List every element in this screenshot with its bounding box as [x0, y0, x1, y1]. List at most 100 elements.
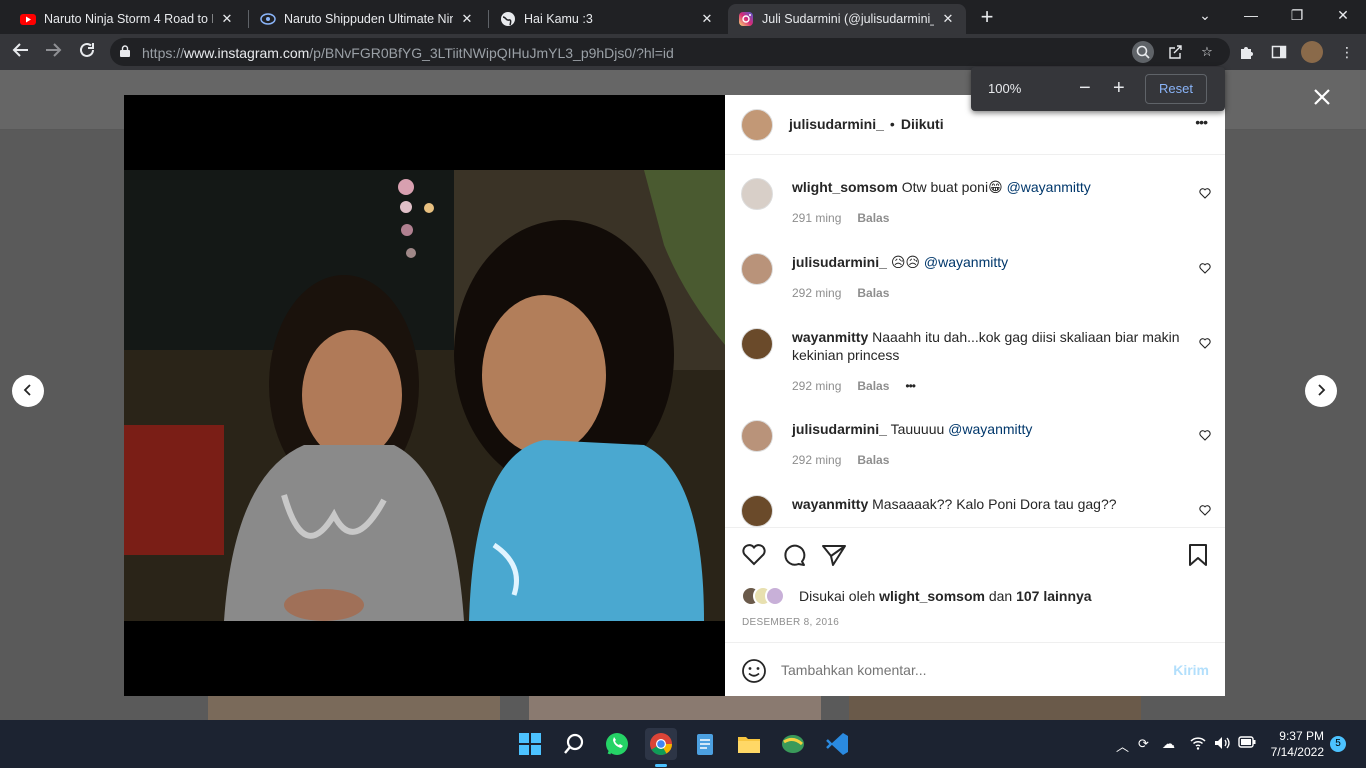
tab-search-chevron-icon[interactable]: ⌄ — [1190, 4, 1220, 26]
tab-youtube[interactable]: Naruto Ninja Storm 4 Road to Boruto ✕ — [10, 4, 245, 34]
heart-icon[interactable] — [1199, 337, 1211, 349]
likes-summary: Disukai oleh wlight_somsom dan 107 lainn… — [741, 586, 1092, 606]
comment-more-icon[interactable]: ••• — [905, 379, 916, 393]
clock[interactable]: 9:37 PM 7/14/2022 — [1268, 728, 1324, 760]
close-window-button[interactable]: ✕ — [1328, 4, 1358, 26]
wifi-icon[interactable] — [1190, 736, 1206, 753]
tab-naruto-shippuden[interactable]: Naruto Shippuden Ultimate Ninja Storm ✕ — [250, 4, 485, 34]
comment-time[interactable]: 292 ming — [792, 286, 841, 300]
next-post-button[interactable] — [1305, 375, 1337, 407]
commenter-username[interactable]: julisudarmini_ — [792, 421, 887, 437]
commenter-username[interactable]: wayanmitty — [792, 496, 868, 512]
zoom-reset-button[interactable]: Reset — [1145, 74, 1207, 104]
commenter-avatar[interactable] — [741, 253, 773, 285]
close-tab-icon[interactable]: ✕ — [459, 11, 475, 27]
kebab-menu-icon[interactable]: ⋮ — [1336, 41, 1358, 63]
previous-post-button[interactable] — [12, 375, 44, 407]
post-date[interactable]: DESEMBER 8, 2016 — [742, 617, 839, 628]
commenter-avatar[interactable] — [741, 328, 773, 360]
chrome-app[interactable] — [645, 728, 677, 767]
grid-thumbnail[interactable] — [208, 695, 500, 720]
search-button[interactable] — [558, 728, 590, 760]
heart-icon[interactable] — [1199, 429, 1211, 441]
comment-mention[interactable]: @wayanmitty — [924, 254, 1008, 270]
grid-thumbnail[interactable] — [529, 695, 821, 720]
post-comment-button[interactable]: Kirim — [1173, 662, 1209, 678]
follow-status-button[interactable]: Diikuti — [901, 116, 944, 132]
post-photo[interactable] — [124, 95, 725, 696]
like-heart-icon[interactable] — [741, 542, 767, 568]
comment-mention[interactable]: @wayanmitty — [948, 421, 1032, 437]
file-explorer-app[interactable] — [733, 728, 765, 760]
comments-list[interactable]: wlight_somsom Otw buat poni😁 @wayanmitty… — [725, 156, 1225, 527]
liked-by-others[interactable]: 107 lainnya — [1016, 588, 1092, 604]
heart-icon[interactable] — [1199, 187, 1211, 199]
close-tab-icon[interactable]: ✕ — [940, 11, 956, 27]
commenter-username[interactable]: wayanmitty — [792, 329, 868, 345]
instagram-page: julisudarmini_ • Diikuti ••• wlight_soms… — [0, 70, 1366, 720]
address-bar[interactable]: https://www.instagram.com/p/BNvFGR0BfYG_… — [110, 38, 1230, 66]
notepad-app[interactable] — [689, 728, 721, 760]
restore-button[interactable]: ❐ — [1282, 4, 1312, 26]
volume-icon[interactable] — [1214, 736, 1230, 753]
url-text[interactable]: https://www.instagram.com/p/BNvFGR0BfYG_… — [142, 45, 674, 61]
commenter-username[interactable]: wlight_somsom — [792, 179, 898, 195]
extensions-puzzle-icon[interactable] — [1236, 41, 1258, 63]
tab-hai-kamu[interactable]: Hai Kamu :3 ✕ — [490, 4, 725, 34]
comment-mention[interactable]: @wayanmitty — [1007, 179, 1091, 195]
reply-button[interactable]: Balas — [857, 211, 889, 225]
start-button[interactable] — [514, 728, 546, 760]
liked-by-user[interactable]: wlight_somsom — [879, 588, 985, 604]
tray-sync-icon[interactable]: ⟳ — [1138, 736, 1149, 752]
url-host: www.instagram.com — [184, 45, 310, 61]
comment-bubble-icon[interactable] — [781, 542, 807, 568]
heart-icon[interactable] — [1199, 262, 1211, 274]
reply-button[interactable]: Balas — [857, 379, 889, 393]
emoji-icon[interactable] — [741, 658, 767, 684]
reply-button[interactable]: Balas — [857, 453, 889, 467]
author-avatar[interactable] — [741, 109, 773, 141]
clock-date: 7/14/2022 — [1270, 745, 1324, 759]
comment-input[interactable] — [781, 659, 1151, 681]
comment-time[interactable]: 292 ming — [792, 453, 841, 467]
save-bookmark-icon[interactable] — [1185, 542, 1211, 568]
whatsapp-app[interactable] — [601, 728, 633, 760]
close-tab-icon[interactable]: ✕ — [219, 11, 235, 27]
battery-icon[interactable] — [1238, 736, 1256, 751]
forward-button[interactable] — [42, 41, 64, 63]
comment-time[interactable]: 292 ming — [792, 379, 841, 393]
more-options-icon[interactable]: ••• — [1195, 114, 1208, 130]
onedrive-cloud-icon[interactable]: ☁ — [1162, 736, 1175, 752]
commenter-username[interactable]: julisudarmini_ — [792, 254, 887, 270]
tab-divider — [248, 10, 249, 28]
minimize-button[interactable]: — — [1236, 4, 1266, 26]
tab-divider — [488, 10, 489, 28]
profile-avatar[interactable] — [1301, 41, 1323, 63]
author-username[interactable]: julisudarmini_ — [789, 116, 884, 132]
commenter-avatar[interactable] — [741, 420, 773, 452]
commenter-avatar[interactable] — [741, 495, 773, 527]
notification-badge[interactable]: 5 — [1330, 736, 1346, 752]
reply-button[interactable]: Balas — [857, 286, 889, 300]
bookmark-star-icon[interactable]: ☆ — [1196, 41, 1218, 63]
close-tab-icon[interactable]: ✕ — [699, 11, 715, 27]
zoom-out-button[interactable]: − — [1079, 77, 1091, 99]
tab-instagram[interactable]: Juli Sudarmini (@julisudarmini_) • Insta… — [728, 4, 966, 34]
commenter-avatar[interactable] — [741, 178, 773, 210]
share-icon[interactable] — [1165, 41, 1187, 63]
zoom-in-button[interactable]: + — [1113, 77, 1125, 99]
grid-thumbnail[interactable] — [849, 695, 1141, 720]
vscode-app[interactable] — [821, 728, 853, 760]
share-paper-plane-icon[interactable] — [821, 542, 847, 568]
comment-text: Otw buat poni😁 — [901, 179, 1007, 195]
heart-icon[interactable] — [1199, 504, 1211, 516]
reload-button[interactable] — [76, 41, 98, 63]
tray-chevron-up-icon[interactable]: ︿ — [1116, 736, 1129, 755]
back-button[interactable] — [10, 41, 32, 63]
game-app[interactable] — [777, 728, 809, 760]
side-panel-icon[interactable] — [1268, 41, 1290, 63]
zoom-icon[interactable] — [1132, 41, 1154, 63]
new-tab-button[interactable]: + — [976, 6, 998, 28]
comment-time[interactable]: 291 ming — [792, 211, 841, 225]
close-modal-button[interactable] — [1310, 86, 1334, 110]
